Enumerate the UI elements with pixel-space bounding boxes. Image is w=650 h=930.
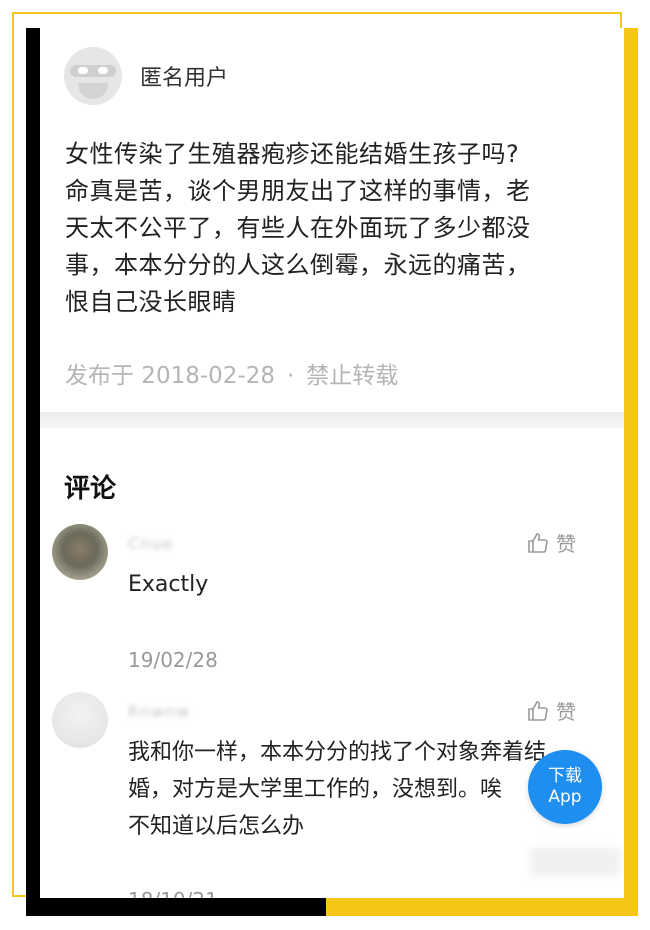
comments-heading: 评论 (64, 474, 117, 504)
download-app-button[interactable]: 下载 App (528, 750, 602, 824)
decorative-bar-bottom-black (26, 898, 326, 916)
decorative-bar-bottom-yellow (326, 898, 638, 916)
comment-line: 不知道以后怎么办 (128, 814, 305, 839)
comment-date: 19/02/28 (128, 648, 218, 672)
post-line: 天太不公平了，有些人在外面玩了多少都没 (65, 214, 531, 242)
author-name[interactable]: 匿名用户 (140, 60, 228, 92)
post-card: 匿名用户 女性传染了生殖器疱疹还能结婚生孩子吗? 命真是苦，谈个男朋友出了这样的… (40, 28, 624, 898)
like-label: 赞 (556, 532, 576, 556)
publish-date: 发布于 2018-02-28 (65, 363, 275, 389)
post-meta: 发布于 2018-02-28 · 禁止转载 (65, 356, 398, 390)
section-divider (40, 412, 624, 428)
decorative-bar-left (26, 28, 40, 916)
post-line: 事，本本分分的人这么倒霉，永远的痛苦， (65, 251, 531, 279)
commenter-name[interactable]: Rnwnw (128, 702, 191, 721)
download-app-label: App (548, 787, 582, 807)
comment-date: 18/10/21 (128, 888, 218, 898)
like-button[interactable]: 赞 (526, 528, 576, 557)
thumbs-up-icon (528, 700, 548, 721)
blurred-patch (530, 848, 620, 876)
decorative-bar-right (624, 28, 638, 916)
commenter-name[interactable]: Cnue (128, 534, 173, 553)
post-line: 命真是苦，谈个男朋友出了这样的事情，老 (65, 177, 531, 205)
thumbs-up-icon (528, 532, 548, 553)
post-header: 匿名用户 (64, 46, 228, 106)
like-label: 赞 (556, 700, 576, 724)
post-line: 恨自己没长眼睛 (65, 288, 237, 316)
comment-text: Exactly (128, 566, 608, 603)
download-label: 下载 (548, 766, 582, 786)
commenter-avatar[interactable] (52, 692, 108, 748)
post-line: 女性传染了生殖器疱疹还能结婚生孩子吗? (65, 140, 520, 168)
post-body: 女性传染了生殖器疱疹还能结婚生孩子吗? 命真是苦，谈个男朋友出了这样的事情，老 … (65, 136, 605, 321)
commenter-avatar[interactable] (52, 524, 108, 580)
like-button[interactable]: 赞 (526, 696, 576, 725)
meta-separator: · (286, 363, 295, 389)
copyright-notice: 禁止转载 (306, 363, 399, 389)
comment-line: Exactly (128, 572, 209, 597)
anonymous-avatar-icon[interactable] (64, 47, 122, 105)
